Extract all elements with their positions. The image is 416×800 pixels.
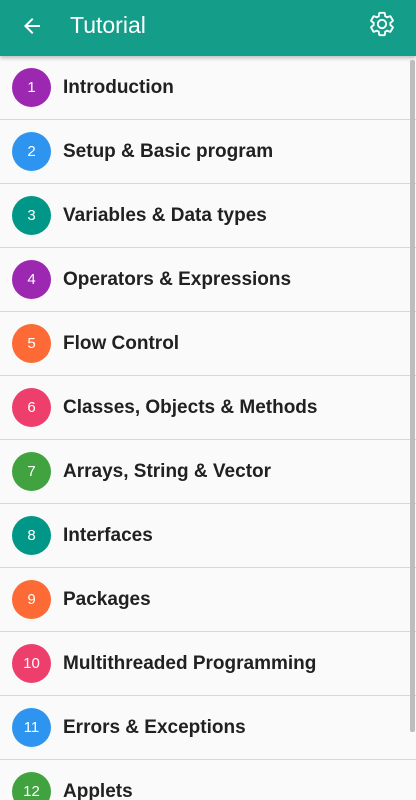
list-item-label: Packages	[63, 589, 151, 610]
list-item-label: Interfaces	[63, 525, 153, 546]
list-item[interactable]: 11 Errors & Exceptions	[0, 696, 416, 760]
number-badge: 6	[12, 388, 51, 427]
list-item[interactable]: 4 Operators & Expressions	[0, 248, 416, 312]
back-button[interactable]	[14, 10, 50, 46]
number-badge: 3	[12, 196, 51, 235]
list-item-label: Applets	[63, 781, 133, 800]
scrollbar[interactable]	[410, 60, 415, 732]
gear-icon	[368, 10, 396, 43]
list-item-label: Arrays, String & Vector	[63, 461, 272, 482]
number-badge: 4	[12, 260, 51, 299]
number-badge: 7	[12, 452, 51, 491]
toolbar: Tutorial	[0, 0, 416, 56]
list-item-label: Operators & Expressions	[63, 269, 292, 290]
number-badge: 12	[12, 772, 51, 800]
number-badge: 1	[12, 68, 51, 107]
number-badge: 2	[12, 132, 51, 171]
list-item-label: Classes, Objects & Methods	[63, 397, 318, 418]
list-item-label: Errors & Exceptions	[63, 717, 246, 738]
list-item[interactable]: 3 Variables & Data types	[0, 184, 416, 248]
list-item-label: Setup & Basic program	[63, 141, 274, 162]
number-badge: 5	[12, 324, 51, 363]
list-item-label: Introduction	[63, 77, 174, 98]
list-item[interactable]: 12 Applets	[0, 760, 416, 800]
list-item[interactable]: 8 Interfaces	[0, 504, 416, 568]
list-item[interactable]: 2 Setup & Basic program	[0, 120, 416, 184]
app-screen: Tutorial 1 Introduction 2 Setup & Basic …	[0, 0, 416, 800]
number-badge: 11	[12, 708, 51, 747]
list-item[interactable]: 9 Packages	[0, 568, 416, 632]
list-item-label: Flow Control	[63, 333, 180, 354]
list-item-label: Variables & Data types	[63, 205, 267, 226]
list-item[interactable]: 10 Multithreaded Programming	[0, 632, 416, 696]
page-title: Tutorial	[70, 12, 146, 38]
list-item[interactable]: 7 Arrays, String & Vector	[0, 440, 416, 504]
list-item[interactable]: 1 Introduction	[0, 56, 416, 120]
number-badge: 9	[12, 580, 51, 619]
list-item-label: Multithreaded Programming	[63, 653, 317, 674]
number-badge: 10	[12, 644, 51, 683]
list-item[interactable]: 6 Classes, Objects & Methods	[0, 376, 416, 440]
list-item[interactable]: 5 Flow Control	[0, 312, 416, 376]
number-badge: 8	[12, 516, 51, 555]
arrow-left-icon	[20, 14, 44, 43]
settings-button[interactable]	[366, 10, 398, 42]
tutorial-list: 1 Introduction 2 Setup & Basic program 3…	[0, 56, 416, 800]
